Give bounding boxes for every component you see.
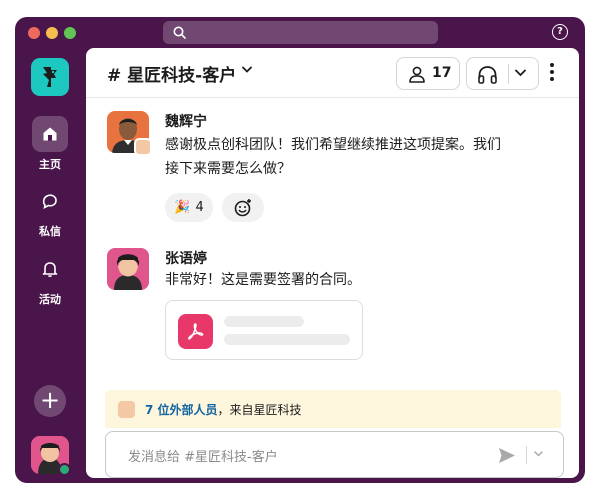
- message-line: 接下来需要怎么做？: [165, 161, 291, 177]
- external-people-banner: 7 位外部人员，来自星匠科技: [105, 390, 561, 428]
- banner-rest-text: ，来自星匠科技: [217, 403, 302, 417]
- file-name-placeholder: [224, 316, 304, 327]
- help-icon[interactable]: ?: [552, 24, 568, 40]
- pdf-icon: [178, 314, 213, 349]
- add-emoji-icon: [234, 198, 251, 216]
- workspace-logo[interactable]: [31, 58, 69, 96]
- add-reaction-button[interactable]: [222, 193, 264, 222]
- reaction-count: 4: [195, 200, 204, 215]
- title-bar: ?: [15, 17, 585, 48]
- avatar-photo: [107, 248, 149, 290]
- channel-title[interactable]: # 星匠科技-客户: [107, 61, 236, 86]
- presence-indicator: [58, 463, 71, 476]
- message-composer[interactable]: 发消息给 #星匠科技-客户: [105, 431, 564, 478]
- sidebar-item-activity[interactable]: 活动: [15, 251, 85, 307]
- search-icon: [173, 26, 186, 39]
- sidebar-item-label: 主页: [39, 158, 61, 171]
- sidebar-item-label: 活动: [39, 293, 61, 306]
- party-emoji-icon: 🎉: [174, 200, 191, 215]
- message-text: 非常好！这是需要签署的合同。: [165, 272, 361, 288]
- bird-logo-icon: [43, 67, 57, 87]
- external-org-icon: [118, 401, 135, 418]
- dm-icon: [42, 194, 57, 209]
- sender-name[interactable]: 魏辉宁: [165, 111, 207, 131]
- member-count: 17: [432, 65, 452, 81]
- reaction-chip[interactable]: 🎉 4: [165, 193, 213, 222]
- search-input[interactable]: [163, 21, 438, 44]
- chevron-down-icon[interactable]: [242, 66, 252, 74]
- banner-text: 7 位外部人员，来自星匠科技: [145, 401, 302, 418]
- send-icon[interactable]: [498, 447, 516, 464]
- sidebar-rail: 主页 私信 活动 +: [15, 48, 85, 483]
- external-user-badge: [134, 138, 152, 156]
- file-meta-placeholder: [224, 334, 350, 345]
- avatar[interactable]: [107, 248, 149, 290]
- chevron-down-icon[interactable]: [534, 451, 543, 457]
- file-attachment[interactable]: [165, 300, 363, 360]
- bell-icon: [42, 262, 58, 277]
- sidebar-item-home[interactable]: 主页: [15, 116, 85, 172]
- channel-view: # 星匠科技-客户 17 魏辉宁 感谢极点创科团队！我们希望继续推进这项提案。我…: [86, 48, 579, 478]
- app-window: ? 主页 私信 活动 + # 星匠科技-客户 17 魏辉宁 感谢极点创科团队！我…: [15, 17, 585, 483]
- channel-header: # 星匠科技-客户 17: [86, 48, 579, 98]
- minimize-window-button[interactable]: [46, 27, 58, 39]
- chevron-down-icon[interactable]: [515, 69, 526, 77]
- external-people-link[interactable]: 7 位外部人员: [145, 403, 218, 417]
- headphones-icon: [478, 66, 497, 84]
- huddle-button[interactable]: [466, 57, 539, 90]
- message-line: 感谢极点创科团队！我们希望继续推进这项提案。我们: [165, 137, 501, 153]
- maximize-window-button[interactable]: [64, 27, 76, 39]
- sidebar-item-label: 私信: [39, 225, 61, 238]
- members-button[interactable]: 17: [396, 57, 460, 90]
- person-icon: [409, 66, 425, 83]
- composer-placeholder: 发消息给 #星匠科技-客户: [128, 450, 278, 465]
- sidebar-item-dms[interactable]: 私信: [15, 183, 85, 239]
- home-icon: [43, 127, 57, 141]
- close-window-button[interactable]: [28, 27, 40, 39]
- message-text: 感谢极点创科团队！我们希望继续推进这项提案。我们 接下来需要怎么做？: [165, 133, 501, 181]
- sender-name[interactable]: 张语婷: [165, 248, 207, 268]
- more-options-icon[interactable]: [546, 61, 558, 85]
- add-button[interactable]: +: [34, 385, 66, 417]
